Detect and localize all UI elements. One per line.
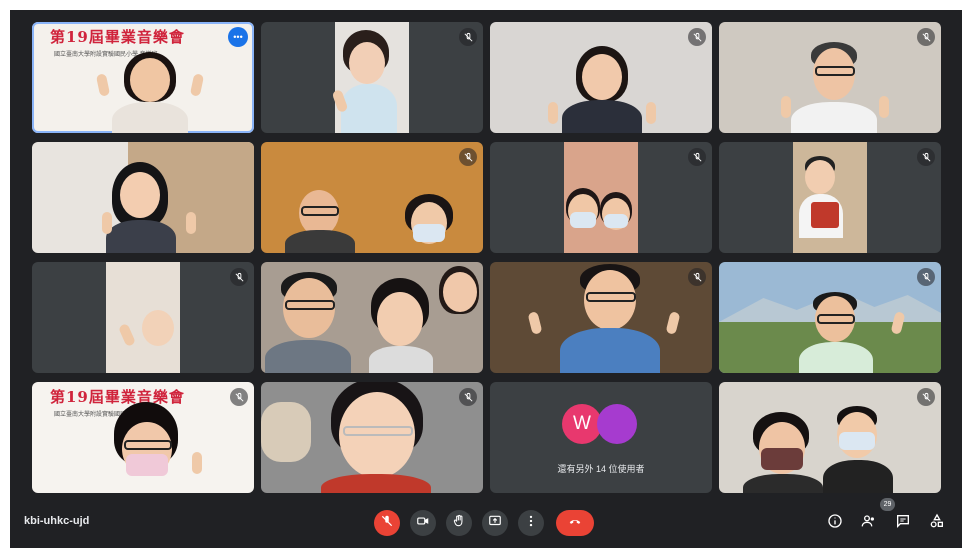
raise-hand-button[interactable] bbox=[446, 510, 472, 536]
video-tile-6[interactable] bbox=[261, 142, 483, 253]
video-tile-11[interactable] bbox=[490, 262, 712, 373]
info-icon bbox=[827, 513, 843, 534]
mic-off-icon bbox=[230, 268, 248, 286]
poster-title: 第19屆畢業音樂會 bbox=[50, 28, 185, 46]
mic-off-icon bbox=[688, 28, 706, 46]
camera-toggle-button[interactable] bbox=[410, 510, 436, 536]
others-tile[interactable]: W 還有另外 14 位使用者 bbox=[490, 382, 712, 493]
mic-toggle-button[interactable] bbox=[374, 510, 400, 536]
mic-off-icon bbox=[917, 148, 935, 166]
more-options-button[interactable] bbox=[518, 510, 544, 536]
video-tile-7[interactable] bbox=[490, 142, 712, 253]
mic-off-icon bbox=[459, 28, 477, 46]
video-tile-5[interactable] bbox=[32, 142, 254, 253]
mic-off-icon bbox=[917, 268, 935, 286]
video-tile-4[interactable] bbox=[719, 22, 941, 133]
participant-avatar-w: W bbox=[562, 404, 602, 444]
raise-hand-icon bbox=[452, 514, 466, 533]
video-tile-1[interactable]: 第19屆畢業音樂會 國立臺南大學附設實驗國民小學 音樂班 ••• bbox=[32, 22, 254, 133]
poster-title: 第19屆畢業音樂會 bbox=[50, 388, 185, 406]
video-tile-8[interactable] bbox=[719, 142, 941, 253]
chat-icon bbox=[895, 513, 911, 534]
video-tile-13[interactable]: 第19屆畢業音樂會 國立臺南大學附設實驗國民小學 音樂班 bbox=[32, 382, 254, 493]
camera-icon bbox=[416, 514, 430, 533]
end-call-icon bbox=[568, 514, 582, 533]
video-tile-3[interactable] bbox=[490, 22, 712, 133]
meeting-window: 第19屆畢業音樂會 國立臺南大學附設實驗國民小學 音樂班 ••• 第19屆畢業音… bbox=[10, 10, 962, 548]
participant-avatar-photo bbox=[597, 404, 637, 444]
end-call-button[interactable] bbox=[556, 510, 594, 536]
activities-icon bbox=[929, 513, 945, 534]
others-count-label: 還有另外 14 位使用者 bbox=[557, 464, 645, 474]
mic-off-icon bbox=[917, 28, 935, 46]
people-icon bbox=[861, 513, 877, 534]
present-screen-icon bbox=[488, 514, 502, 533]
mic-off-icon bbox=[230, 388, 248, 406]
activities-button[interactable] bbox=[928, 513, 946, 534]
mic-off-icon bbox=[688, 268, 706, 286]
video-tile-16[interactable] bbox=[719, 382, 941, 493]
mic-off-icon bbox=[380, 514, 394, 533]
video-tile-9[interactable] bbox=[32, 262, 254, 373]
meeting-info-button[interactable] bbox=[826, 513, 844, 534]
pinned-more-icon[interactable]: ••• bbox=[228, 27, 248, 47]
people-button[interactable] bbox=[860, 514, 878, 532]
meeting-code: kbi-uhkc-ujd bbox=[24, 515, 90, 527]
video-grid: 第19屆畢業音樂會 國立臺南大學附設實驗國民小學 音樂班 ••• 第19屆畢業音… bbox=[32, 22, 942, 497]
participant-count-badge: 29 bbox=[880, 498, 895, 511]
video-tile-14[interactable] bbox=[261, 382, 483, 493]
mic-off-icon bbox=[459, 388, 477, 406]
more-options-icon bbox=[524, 514, 538, 533]
mic-off-icon bbox=[917, 388, 935, 406]
mic-off-icon bbox=[688, 148, 706, 166]
video-tile-10[interactable] bbox=[261, 262, 483, 373]
mic-off-icon bbox=[459, 148, 477, 166]
video-tile-2[interactable] bbox=[261, 22, 483, 133]
video-tile-12[interactable] bbox=[719, 262, 941, 373]
present-screen-button[interactable] bbox=[482, 510, 508, 536]
chat-button[interactable] bbox=[894, 514, 912, 532]
control-bar: kbi-uhkc-ujd 29 bbox=[10, 498, 962, 548]
